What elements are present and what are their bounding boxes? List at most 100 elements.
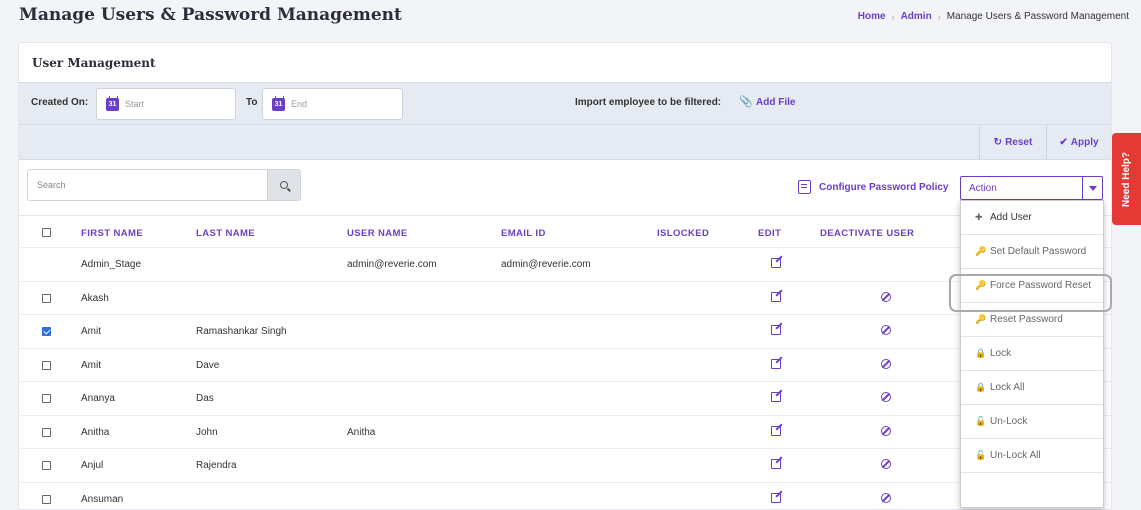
table-row: Akash bbox=[19, 280, 1111, 314]
menu-item-unlock[interactable]: 🔓 Un-Lock bbox=[961, 405, 1103, 439]
breadcrumb-separator-icon: › bbox=[937, 11, 941, 22]
cell-last-name: Dave bbox=[196, 359, 220, 371]
reset-label: Reset bbox=[1005, 136, 1033, 148]
cell-last-name: John bbox=[196, 426, 218, 438]
deactivate-ban-icon[interactable] bbox=[881, 459, 891, 469]
import-employee-label: Import employee to be filtered: bbox=[575, 97, 722, 108]
cell-first-name: Anjul bbox=[81, 460, 104, 471]
menu-item-set-default-password[interactable]: 🔑 Set Default Password bbox=[961, 235, 1103, 269]
menu-item-label: Set Default Password bbox=[990, 246, 1087, 257]
row-checkbox[interactable] bbox=[42, 494, 51, 504]
deactivate-ban-icon[interactable] bbox=[881, 291, 891, 302]
lock-icon: 🔒 bbox=[975, 348, 987, 358]
created-on-label: Created On: bbox=[31, 97, 89, 108]
row-checkbox[interactable] bbox=[42, 360, 51, 370]
lock-icon: 🔒 bbox=[975, 382, 987, 392]
menu-item-label: Reset Password bbox=[990, 314, 1063, 325]
row-checkbox[interactable] bbox=[42, 427, 51, 437]
breadcrumb: Home › Admin › Manage Users & Password M… bbox=[858, 11, 1129, 22]
user-management-card: User Management Created On: 31 Start To … bbox=[18, 42, 1112, 510]
edit-icon[interactable] bbox=[771, 291, 781, 302]
table-row: Ananya Das bbox=[19, 381, 1111, 414]
action-select-value: Action bbox=[969, 182, 997, 194]
table-row: Anitha John Anitha bbox=[19, 414, 1111, 448]
action-dropdown-menu: ✚ Add User 🔑 Set Default Password 🔑 Forc… bbox=[949, 200, 1112, 508]
edit-icon[interactable] bbox=[771, 492, 781, 503]
need-help-label: Need Help? bbox=[1121, 151, 1133, 207]
reset-button[interactable]: ↻ Reset bbox=[979, 125, 1046, 159]
deactivate-ban-icon[interactable] bbox=[881, 492, 891, 503]
menu-item-label: Lock All bbox=[990, 382, 1025, 393]
column-header-email-id[interactable]: EMAIL ID bbox=[501, 228, 546, 239]
plus-icon: ✚ bbox=[975, 212, 983, 222]
cell-user-name: Anitha bbox=[347, 426, 376, 438]
apply-button[interactable]: ✔ Apply bbox=[1046, 125, 1111, 159]
cell-last-name: Rajendra bbox=[196, 460, 237, 471]
add-file-link[interactable]: Add File bbox=[756, 97, 795, 108]
cell-email-id: admin@reverie.com bbox=[501, 259, 591, 270]
row-checkbox[interactable] bbox=[42, 293, 51, 303]
menu-item-label: Un-Lock bbox=[990, 416, 1028, 427]
refresh-icon: ↻ bbox=[993, 136, 1003, 148]
breadcrumb-separator-icon: › bbox=[891, 11, 895, 22]
row-checkbox[interactable] bbox=[42, 327, 51, 336]
search-icon bbox=[280, 181, 288, 189]
breadcrumb-current: Manage Users & Password Management bbox=[946, 11, 1129, 22]
menu-item-unlock-all[interactable]: 🔓 Un-Lock All bbox=[961, 439, 1103, 473]
edit-icon[interactable] bbox=[771, 325, 781, 335]
cell-first-name: Anitha bbox=[81, 426, 110, 438]
column-header-first-name[interactable]: FIRST NAME bbox=[81, 228, 143, 239]
apply-label: Apply bbox=[1070, 136, 1099, 148]
cell-first-name: Amit bbox=[81, 359, 101, 371]
menu-item-add-user[interactable]: ✚ Add User bbox=[961, 201, 1103, 235]
search-input[interactable] bbox=[27, 169, 267, 201]
deactivate-ban-icon[interactable] bbox=[881, 325, 891, 335]
table-row: Anjul Rajendra bbox=[19, 448, 1111, 481]
deactivate-ban-icon[interactable] bbox=[881, 358, 891, 369]
cell-first-name: Amit bbox=[81, 326, 101, 337]
edit-icon[interactable] bbox=[771, 425, 781, 436]
breadcrumb-home-link[interactable]: Home bbox=[858, 11, 886, 22]
configure-password-policy-link[interactable]: Configure Password Policy bbox=[819, 182, 948, 193]
row-checkbox[interactable] bbox=[42, 461, 51, 470]
need-help-tab[interactable]: Need Help? bbox=[1112, 133, 1141, 225]
to-label: To bbox=[246, 97, 258, 108]
deactivate-ban-icon[interactable] bbox=[881, 392, 891, 402]
paperclip-icon[interactable]: 📎 bbox=[739, 95, 753, 108]
key-icon: 🔑 bbox=[975, 246, 987, 256]
unlock-icon: 🔓 bbox=[975, 450, 987, 460]
edit-icon[interactable] bbox=[771, 459, 781, 469]
end-date-field[interactable]: 31 End bbox=[262, 88, 403, 120]
column-header-deactivate-user: DEACTIVATE USER bbox=[820, 228, 915, 239]
select-all-checkbox[interactable] bbox=[42, 228, 51, 237]
policy-document-icon[interactable] bbox=[798, 180, 811, 194]
deactivate-ban-icon[interactable] bbox=[881, 425, 891, 436]
menu-item-label: Un-Lock All bbox=[990, 450, 1041, 461]
column-header-last-name[interactable]: LAST NAME bbox=[196, 228, 255, 239]
edit-icon[interactable] bbox=[771, 358, 781, 369]
column-header-user-name[interactable]: USER NAME bbox=[347, 228, 408, 239]
column-header-islocked[interactable]: ISLOCKED bbox=[657, 228, 709, 239]
start-date-placeholder: Start bbox=[125, 99, 145, 109]
search-button[interactable] bbox=[267, 169, 301, 201]
cell-first-name: Ananya bbox=[81, 393, 115, 404]
start-date-field[interactable]: 31 Start bbox=[96, 88, 236, 120]
filter-action-bar: ↻ Reset ✔ Apply bbox=[19, 125, 1111, 160]
edit-icon[interactable] bbox=[771, 392, 781, 402]
table-row: Amit Ramashankar Singh bbox=[19, 314, 1111, 347]
chevron-down-icon[interactable] bbox=[1082, 177, 1102, 199]
calendar-icon: 31 bbox=[106, 95, 119, 111]
row-checkbox[interactable] bbox=[42, 394, 51, 403]
cell-last-name: Das bbox=[196, 393, 214, 404]
breadcrumb-admin-link[interactable]: Admin bbox=[901, 11, 932, 22]
menu-item-label: Add User bbox=[990, 212, 1032, 223]
cell-first-name: Admin_Stage bbox=[81, 259, 142, 270]
cell-first-name: Akash bbox=[81, 292, 109, 304]
end-date-placeholder: End bbox=[291, 99, 308, 109]
menu-item-label: Lock bbox=[990, 348, 1012, 359]
cell-user-name: admin@reverie.com bbox=[347, 259, 437, 270]
menu-item-lock-all[interactable]: 🔒 Lock All bbox=[961, 371, 1103, 405]
edit-icon[interactable] bbox=[771, 258, 781, 268]
action-select[interactable]: Action bbox=[960, 176, 1103, 200]
menu-item-lock[interactable]: 🔒 Lock bbox=[961, 337, 1103, 371]
